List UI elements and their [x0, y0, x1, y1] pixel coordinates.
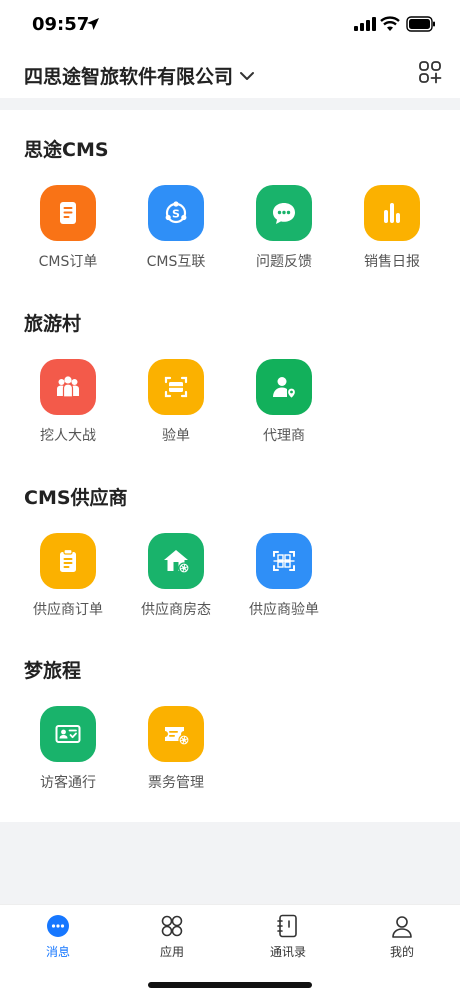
status-bar: 09:57 [0, 0, 460, 50]
contacts-icon [277, 914, 297, 938]
app-label: 访客通行 [40, 775, 96, 791]
add-app-icon[interactable] [418, 60, 442, 84]
app-label: 代理商 [263, 428, 305, 444]
app-label: 供应商订单 [33, 602, 103, 618]
app-cms-link[interactable]: S CMS互联 [121, 185, 231, 277]
app-visitor-pass[interactable]: 访客通行 [13, 706, 123, 798]
agent-icon [273, 377, 297, 400]
app-supplier-room-status[interactable]: 供应商房态 [121, 533, 231, 625]
clipboard-icon [60, 548, 76, 572]
app-tile [256, 533, 312, 589]
app-tile [40, 533, 96, 589]
tab-label: 消息 [45, 945, 70, 959]
app-label: 验单 [162, 428, 190, 444]
location-arrow-icon [87, 18, 99, 30]
tab-bar: 消息 应用 通讯录 我的 [0, 904, 460, 996]
app-poach-battle[interactable]: 挖人大战 [13, 359, 123, 451]
id-card-icon [55, 725, 81, 743]
app-ticket-management[interactable]: 票务管理 [121, 706, 231, 798]
app-label: CMS互联 [146, 254, 206, 270]
profile-icon [392, 916, 412, 938]
section-title: CMS供应商 [24, 487, 128, 509]
app-feedback[interactable]: 问题反馈 [229, 185, 339, 277]
company-selector[interactable]: 四思途智旅软件有限公司 [24, 62, 255, 89]
scan-icon [164, 376, 188, 398]
app-label: 票务管理 [148, 775, 204, 791]
tab-apps[interactable]: 应用 [132, 913, 212, 960]
app-tile [364, 185, 420, 241]
cellular-signal-icon [354, 17, 376, 31]
app-cms-order[interactable]: CMS订单 [13, 185, 123, 277]
people-icon [57, 376, 79, 398]
qr-scan-icon [273, 551, 295, 571]
app-tile [256, 359, 312, 415]
app-label: 挖人大战 [40, 428, 96, 444]
bar-chart-icon [384, 203, 400, 223]
tab-label: 我的 [389, 945, 414, 959]
app-tile [148, 706, 204, 762]
section-title: 旅游村 [24, 313, 82, 335]
battery-icon [406, 16, 435, 32]
app-supplier-verify[interactable]: 供应商验单 [229, 533, 339, 625]
tab-label: 通讯录 [269, 945, 306, 959]
ticket-gear-icon [165, 727, 190, 746]
app-label: 供应商验单 [249, 602, 319, 618]
message-icon [47, 915, 69, 937]
app-agent[interactable]: 代理商 [229, 359, 339, 451]
app-tile [40, 185, 96, 241]
app-tile [40, 359, 96, 415]
app-tile: S [148, 185, 204, 241]
chevron-down-icon [240, 71, 255, 80]
chat-icon [273, 203, 295, 224]
status-time: 09:57 [32, 14, 90, 35]
section-title: 思途CMS [24, 139, 109, 161]
tab-profile[interactable]: 我的 [362, 913, 442, 960]
svg-text:S: S [172, 208, 180, 221]
tab-messages[interactable]: 消息 [18, 913, 98, 960]
app-label: CMS订单 [38, 254, 98, 270]
app-tile [40, 706, 96, 762]
wifi-icon [380, 16, 400, 31]
section-title: 梦旅程 [24, 660, 82, 682]
link-icon: S [165, 201, 187, 224]
app-grid-panel: 思途CMS CMS订单 S CMS互联 问题反馈 销售日报 旅游村 挖人大战 验… [0, 110, 460, 822]
app-supplier-order[interactable]: 供应商订单 [13, 533, 123, 625]
header: 四思途智旅软件有限公司 [0, 50, 460, 98]
company-name: 四思途智旅软件有限公司 [24, 66, 234, 88]
home-indicator [148, 982, 312, 988]
app-tile [148, 359, 204, 415]
app-label: 问题反馈 [256, 254, 312, 270]
document-icon [60, 202, 76, 224]
app-tile [256, 185, 312, 241]
app-tile [148, 533, 204, 589]
app-verify-order[interactable]: 验单 [121, 359, 231, 451]
app-label: 供应商房态 [141, 602, 211, 618]
tab-contacts[interactable]: 通讯录 [248, 913, 328, 960]
app-sales-report[interactable]: 销售日报 [337, 185, 447, 277]
house-gear-icon [164, 550, 190, 574]
apps-icon [161, 915, 183, 937]
tab-label: 应用 [159, 945, 184, 959]
app-label: 销售日报 [364, 254, 420, 270]
